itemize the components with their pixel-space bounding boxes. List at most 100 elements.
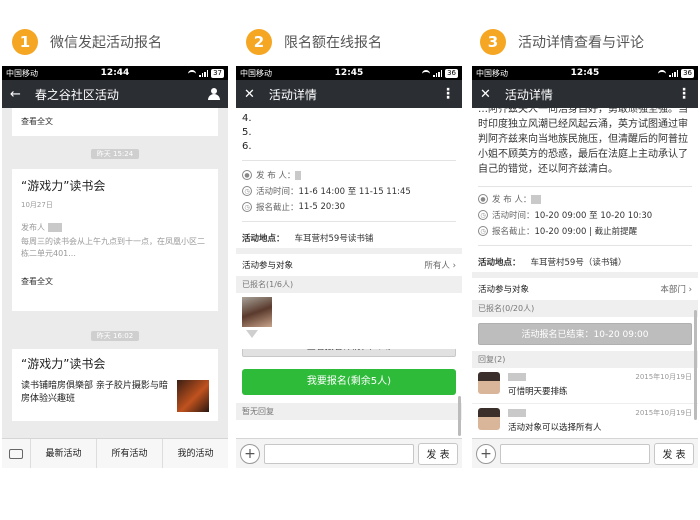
keyboard-icon: [9, 448, 23, 459]
replies-header: 暂无回复: [236, 403, 462, 420]
activity-title: “游戏力”读书会: [21, 179, 106, 193]
page-title: 活动详情: [504, 87, 553, 102]
step-3: 3 活动详情查看与评论: [480, 28, 644, 56]
read-all-link[interactable]: 查看全文: [21, 276, 209, 287]
step-2: 2 限名额在线报名: [246, 28, 382, 56]
signed-header: 已报名(0/20人): [472, 300, 698, 317]
signup-button[interactable]: 我要报名(剩余5人): [242, 369, 456, 395]
time-separator: 昨天 15:24: [2, 149, 228, 159]
person-icon: ●: [242, 170, 252, 180]
status-bar: 中国移动 12:44 37: [2, 66, 228, 80]
bottom-nav: 最新活动 所有活动 我的活动: [2, 438, 228, 468]
step-title: 活动详情查看与评论: [518, 35, 644, 51]
profile-icon[interactable]: [208, 88, 220, 100]
commenter-avatar: [478, 372, 500, 394]
publisher-avatar: [295, 170, 302, 180]
activity-card[interactable]: “游戏力”读书会 10月27日 发布人 每周三的读书会从上午九点到十一点，在凤凰…: [12, 169, 218, 311]
clock: 12:45: [570, 68, 600, 78]
signup-ended-button: 活动报名已结束：10-20 09:00: [478, 323, 692, 345]
location-row: 活动地点： 车耳营村59号读书铺: [242, 234, 374, 244]
back-arrow-icon[interactable]: ←: [10, 88, 21, 101]
page-title: 春之谷社区活动: [34, 87, 119, 102]
target-row[interactable]: 活动参与对象 所有人 ›: [236, 254, 462, 276]
activity-date: 10月27日: [21, 201, 53, 209]
status-bar: 中国移动 12:45 36: [472, 66, 698, 80]
publisher-avatar: [47, 223, 62, 232]
activity-summary: 每周三的读书会从上午九点到十一点，在凤凰小区二栋二单元401...: [21, 237, 205, 258]
activity-card[interactable]: “游戏力”读书会 读书铺暗房俱樂部 亲子胶片摄影与暗房体验兴趣班: [12, 349, 218, 421]
comment-input[interactable]: [264, 443, 414, 464]
phone-details-comments: 中国移动 12:45 36 ✕ 活动详情 ⋮ …阿齐兹夫人一向洁身自好，勇敢顽强…: [472, 66, 698, 468]
more-icon[interactable]: ⋮: [677, 86, 691, 102]
commenter-name: [508, 373, 526, 381]
clock: 12:44: [100, 68, 130, 78]
close-icon[interactable]: ✕: [480, 88, 491, 101]
clock-icon: ◷: [242, 186, 252, 196]
publisher-avatar: [531, 194, 542, 204]
chevron-right-icon: ›: [452, 261, 456, 271]
comment-bar: + 发 表: [236, 438, 462, 468]
person-icon: ●: [478, 194, 488, 204]
more-icon[interactable]: ⋮: [441, 86, 455, 102]
nav-mine[interactable]: 我的活动: [162, 438, 228, 468]
publisher-row: ● 发 布 人：: [236, 167, 462, 183]
nav-all[interactable]: 所有活动: [96, 438, 162, 468]
app-bar: ✕ 活动详情 ⋮: [472, 80, 698, 108]
send-button[interactable]: 发 表: [654, 442, 694, 465]
scrollbar[interactable]: [694, 310, 697, 420]
replies-header: 回复(2): [472, 351, 698, 368]
arrow-down-icon: [246, 330, 258, 338]
phone-signup: 中国移动 12:45 36 ✕ 活动详情 ⋮ 4. 5. 6. ● 发 布 人：…: [236, 66, 462, 468]
phone-activity-list: 中国移动 12:44 37 ← 春之谷社区活动 查看全文 昨天 15:24 “游…: [2, 66, 228, 468]
send-button[interactable]: 发 表: [418, 442, 458, 465]
list-item: 4.: [242, 113, 252, 124]
nav-latest[interactable]: 最新活动: [30, 438, 96, 468]
activity-description: …阿齐兹夫人一向洁身自好，勇敢顽强坚强。当时印度独立风潮已经风起云涌，英方试图通…: [478, 108, 688, 175]
participant-avatar[interactable]: [242, 297, 272, 327]
comment-text: 可惜明天要排练: [508, 387, 568, 397]
clock: 12:45: [334, 68, 364, 78]
deadline-row: ◷ 报名截止： 10-20 09:00 | 截止前提醒: [472, 223, 698, 239]
comment-item: 2015年10月19日 活动对象可以选择所有人: [472, 404, 698, 440]
time-separator: 昨天 16:02: [2, 331, 228, 341]
step-title: 微信发起活动报名: [50, 35, 162, 51]
publisher-row: ● 发 布 人：: [472, 191, 698, 207]
activity-card-top[interactable]: 查看全文: [12, 108, 218, 136]
app-bar: ✕ 活动详情 ⋮: [236, 80, 462, 108]
add-icon[interactable]: +: [476, 443, 496, 464]
clock-icon: ◷: [242, 202, 252, 212]
commenter-name: [508, 409, 526, 417]
comment-text: 活动对象可以选择所有人: [508, 423, 602, 433]
app-bar: ← 春之谷社区活动: [2, 80, 228, 108]
keyboard-toggle[interactable]: [2, 448, 30, 459]
page-title: 活动详情: [268, 87, 317, 102]
scrollbar[interactable]: [458, 396, 461, 436]
step-number: 1: [12, 29, 38, 55]
read-all-link[interactable]: 查看全文: [12, 112, 218, 131]
activity-thumbnail: [177, 380, 209, 412]
comment-date: 2015年10月19日: [635, 409, 692, 417]
deadline-row: ◷ 报名截止： 11-5 20:30: [236, 199, 462, 215]
comment-input[interactable]: [500, 443, 650, 464]
time-row: ◷ 活动时间： 11-6 14:00 至 11-15 11:45: [236, 183, 462, 199]
add-icon[interactable]: +: [240, 443, 260, 464]
time-row: ◷ 活动时间： 10-20 09:00 至 10-20 10:30: [472, 207, 698, 223]
step-number: 2: [246, 29, 272, 55]
close-icon[interactable]: ✕: [244, 88, 255, 101]
clock-icon: ◷: [478, 226, 488, 236]
comment-item: 2015年10月19日 可惜明天要排练: [472, 368, 698, 404]
activity-subtitle: 读书铺暗房俱樂部 亲子胶片摄影与暗房体验兴趣班: [21, 381, 168, 404]
publisher-row: 发布人: [21, 222, 209, 233]
location-row: 活动地点： 车耳营村59号（读书铺）: [478, 258, 627, 268]
chevron-right-icon: ›: [688, 285, 692, 295]
step-1: 1 微信发起活动报名: [12, 28, 162, 56]
target-row[interactable]: 活动参与对象 本部门 ›: [472, 278, 698, 300]
comment-date: 2015年10月19日: [635, 373, 692, 381]
clock-icon: ◷: [478, 210, 488, 220]
status-bar: 中国移动 12:45 36: [236, 66, 462, 80]
list-item: 5.: [242, 127, 252, 138]
signed-header: 已报名(1/6人): [236, 276, 462, 293]
step-title: 限名额在线报名: [284, 35, 382, 51]
list-item: 6.: [242, 141, 252, 152]
comment-bar: + 发 表: [472, 438, 698, 468]
